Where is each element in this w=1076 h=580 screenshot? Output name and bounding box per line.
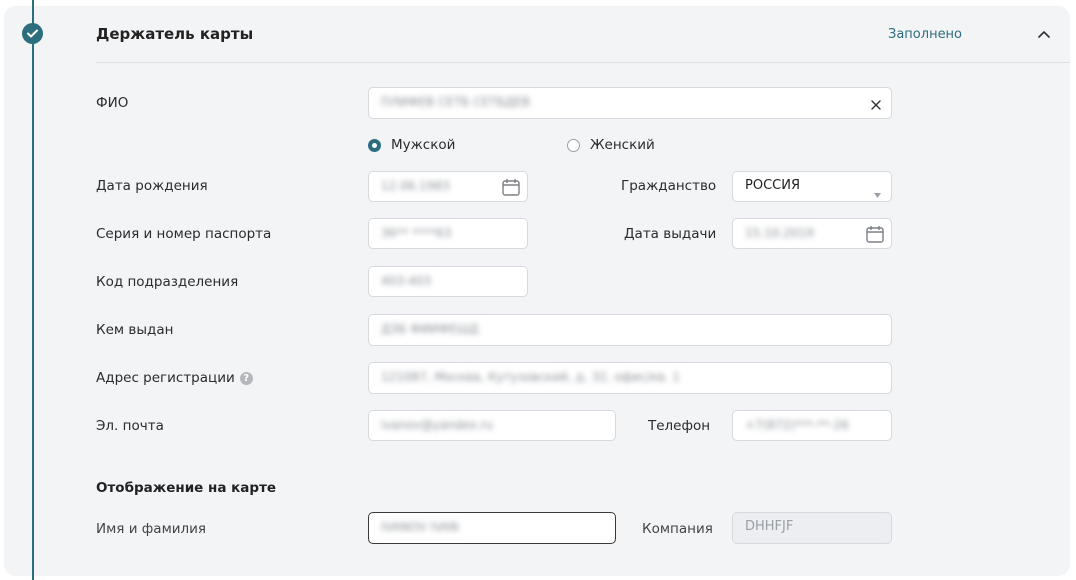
passport-value: 36** ****63 [381,226,452,240]
division-code-input[interactable]: 403-403 [368,266,528,297]
gender-female-label: Женский [590,137,655,153]
progress-timeline [32,0,34,580]
address-input[interactable]: 121087, Москва, Кутузовский, д. 32, офис… [368,362,892,394]
gender-male-label: Мужской [391,137,456,153]
dropdown-caret-icon [874,183,881,202]
issued-by-label: Кем выдан [96,322,174,338]
issued-by-value: ДЗБ ФИИФЕШД [381,322,479,336]
calendar-icon[interactable] [501,177,521,201]
address-label-text: Адрес регистрации [96,370,235,386]
citizenship-label: Гражданство [621,178,717,194]
company-value: DHHFJF [745,519,794,534]
address-label: Адрес регистрации? [96,370,253,386]
gender-female-radio[interactable]: Женский [567,137,655,153]
fio-value: ПЛИФЕВ СЕТБ СЕТБДЕВ [381,95,531,109]
issue-date-label: Дата выдачи [624,226,717,242]
citizenship-value: РОССИЯ [745,178,800,193]
radio-unchecked-icon [567,138,580,152]
clear-icon[interactable] [870,96,882,115]
status-label: Заполнено [888,27,963,42]
company-label: Компания [642,521,713,537]
collapse-chevron-up-icon[interactable] [1036,27,1052,43]
phone-value: +7(872)***-**-26 [745,418,849,432]
fio-label: ФИО [96,95,129,111]
division-code-value: 403-403 [381,274,432,288]
birth-date-input[interactable]: 12.06.1983 [368,171,528,202]
phone-label: Телефон [648,418,711,434]
issued-by-input[interactable]: ДЗБ ФИИФЕШД [368,314,892,346]
email-value: ivanov@yandex.ru [381,418,494,432]
section-divider [96,62,1070,63]
calendar-icon[interactable] [865,224,885,248]
radio-checked-icon [368,138,381,152]
email-label: Эл. почта [96,418,164,434]
step-complete-check-icon [22,23,43,44]
help-question-icon[interactable]: ? [239,372,253,385]
citizenship-select[interactable]: РОССИЯ [732,171,892,202]
email-input[interactable]: ivanov@yandex.ru [368,410,616,441]
gender-male-radio[interactable]: Мужской [368,137,455,153]
birth-date-value: 12.06.1983 [381,179,450,193]
card-name-value: IVANOV IVAN [381,520,459,534]
card-name-input[interactable]: IVANOV IVAN [368,512,616,544]
birth-date-label: Дата рождения [96,178,208,194]
section-title: Держатель карты [96,25,254,43]
issue-date-input[interactable]: 15.10.2019 [732,218,892,249]
phone-input[interactable]: +7(872)***-**-26 [732,410,892,441]
fio-input[interactable]: ПЛИФЕВ СЕТБ СЕТБДЕВ [368,87,892,119]
issue-date-value: 15.10.2019 [745,226,814,240]
card-name-label: Имя и фамилия [96,521,207,537]
company-input[interactable]: DHHFJF [732,512,892,544]
passport-input[interactable]: 36** ****63 [368,218,528,249]
address-value: 121087, Москва, Кутузовский, д. 32, офис… [381,370,681,384]
division-code-label: Код подразделения [96,274,239,290]
passport-label: Серия и номер паспорта [96,226,272,242]
card-display-section-title: Отображение на карте [96,480,277,496]
